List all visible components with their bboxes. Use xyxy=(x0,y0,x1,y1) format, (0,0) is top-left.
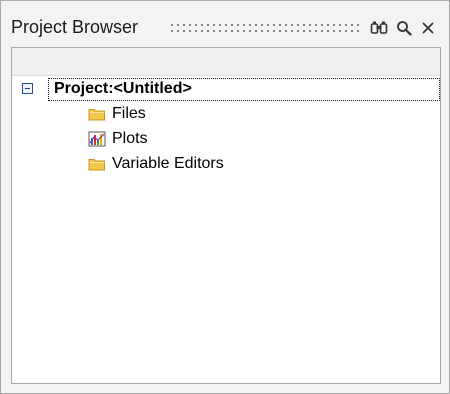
tree-item-label: Variable Editors xyxy=(112,155,224,172)
tree-panel: Project:<Untitled> Files Plots Variable … xyxy=(11,47,441,384)
tree-item-label: Plots xyxy=(112,130,148,147)
tree-item-variable-editors[interactable]: Variable Editors xyxy=(88,153,388,175)
tree-item-label: Files xyxy=(112,105,146,122)
drag-grip[interactable] xyxy=(169,22,361,36)
project-browser-window: Project Browser Project:<Untitled> Files… xyxy=(0,0,450,394)
root-label: Project:<Untitled> xyxy=(54,80,192,97)
plots-icon xyxy=(88,131,106,147)
search-icon[interactable] xyxy=(395,19,413,37)
folder-icon xyxy=(88,106,106,122)
window-title: Project Browser xyxy=(11,17,139,37)
title-bar: Project Browser xyxy=(1,1,449,45)
close-icon[interactable] xyxy=(419,19,437,37)
tree-header xyxy=(12,48,440,76)
collapse-minus-icon[interactable] xyxy=(22,83,33,94)
tree-item-files[interactable]: Files xyxy=(88,103,388,125)
folder-icon xyxy=(88,156,106,172)
tree-root-row[interactable]: Project:<Untitled> xyxy=(18,78,440,101)
tree-item-plots[interactable]: Plots xyxy=(88,128,388,150)
find-icon[interactable] xyxy=(370,19,388,37)
